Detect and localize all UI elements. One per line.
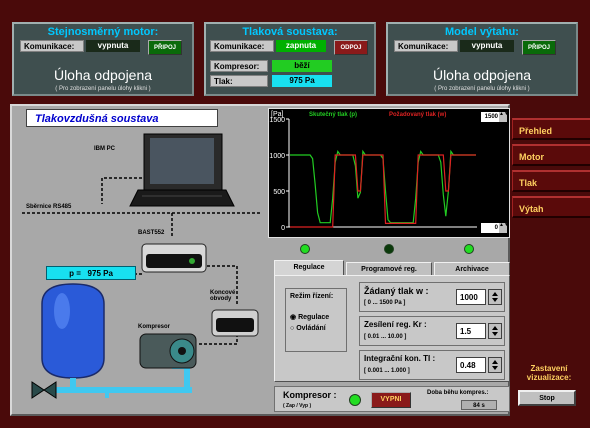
gain-input[interactable]: 1.5: [456, 323, 486, 339]
elevator-comm-label: Komunikace:: [394, 40, 458, 52]
chart-ymax-input[interactable]: 1500: [481, 112, 499, 122]
compressor-bar-label: Kompresor :: [283, 390, 337, 400]
elevator-connect-button[interactable]: PŘIPOJ: [522, 40, 556, 55]
status-led-archive: [464, 244, 474, 254]
chart-y-tick-label: 500: [273, 189, 285, 196]
pressure-comm-value: zapnuta: [276, 40, 326, 52]
setpoint-label: Žádaný tlak w :: [364, 286, 429, 296]
integral-range: [ 0.001 ... 1.000 ]: [364, 368, 410, 374]
chart-y-tick-label: 0: [281, 225, 285, 232]
motor-panel-title: Stejnosměrný motor:: [47, 26, 159, 38]
pressure-label: Tlak:: [210, 75, 268, 87]
mode-title: Režim řízení:: [290, 293, 334, 300]
chart-ymin-input[interactable]: 0: [481, 223, 499, 233]
radio-selected-icon: ◉: [290, 314, 297, 321]
ibm-pc-label: IBM PC: [94, 146, 115, 152]
bus-label: Sběrnice RS485: [26, 204, 72, 210]
chart-legend-entry: Skutečný tlak (p): [309, 112, 357, 118]
elevator-panel-title: Model výtahu:: [445, 26, 519, 38]
gain-spinner[interactable]: [488, 323, 502, 339]
laptop-image: [129, 133, 235, 207]
radio-empty-icon: ○: [290, 325, 295, 332]
motor-hint: ( Pro zobrazení panelu úlohy klikni ): [55, 86, 151, 92]
pressure-panel[interactable]: Tlaková soustava: Komunikace: zapnuta OD…: [204, 22, 376, 96]
status-led-program: [384, 244, 394, 254]
endstops-image: [211, 309, 259, 337]
bast552-label: BAST552: [138, 230, 165, 236]
compressor-control-bar: Kompresor : ( Zap / Vyp ) VYPNI Doba běh…: [274, 386, 510, 412]
mode-option-control-label: Ovládání: [296, 325, 326, 332]
status-led-regulation: [300, 244, 310, 254]
compressor-image: [139, 333, 197, 369]
motor-status: Úloha odpojena: [53, 67, 153, 83]
tab-regulation[interactable]: Regulace: [274, 260, 344, 276]
gain-group: Zesílení reg. Kr : [ 0.01 ... 10.00 ] 1.…: [359, 316, 505, 346]
pressure-value: 975 Pa: [272, 75, 332, 87]
elevator-comm-value: vypnuta: [460, 40, 514, 52]
gain-label: Zesílení reg. Kr :: [364, 320, 427, 329]
mode-option-regulation-label: Regulace: [298, 314, 330, 321]
gain-range: [ 0.01 ... 10.00 ]: [364, 334, 407, 340]
chart-y-label: [Pa]: [271, 111, 284, 118]
pressure-chart-svg: 0 500 1000 1500[Pa] Skutečný tlak (p) Požadov…: [269, 111, 477, 232]
motor-comm-value: vypnuta: [86, 40, 140, 52]
motor-comm-label: Komunikace:: [20, 40, 84, 52]
stop-button[interactable]: Stop: [518, 390, 576, 406]
setpoint-group: Žádaný tlak w : [ 0 ... 1500 Pa ] 1000: [359, 282, 505, 312]
nav-pressure[interactable]: Tlak: [512, 170, 590, 192]
mode-option-regulation[interactable]: ◉ Regulace: [290, 313, 329, 321]
chart-ymax-spin[interactable]: ▲▼: [499, 112, 509, 122]
integral-group: Integrační kon. TI : [ 0.001 ... 1.000 ]…: [359, 350, 505, 380]
nav-overview[interactable]: Přehled: [512, 118, 590, 140]
pressure-comm-label: Komunikace:: [210, 40, 274, 52]
valve-icon: [31, 381, 57, 399]
chart-series-line: [290, 154, 476, 228]
tab-archive[interactable]: Archivace: [434, 262, 510, 276]
setpoint-input[interactable]: 1000: [456, 289, 486, 305]
tank-pressure-display: p = 975 Pa: [46, 266, 136, 280]
mode-option-control[interactable]: ○ Ovládání: [290, 325, 326, 332]
pressure-disconnect-button[interactable]: ODPOJ: [334, 40, 368, 55]
endstops-label: Koncové obvody: [210, 290, 236, 302]
chart-ymin-spin[interactable]: ▲▼: [499, 223, 509, 233]
setpoint-range: [ 0 ... 1500 Pa ]: [364, 300, 406, 306]
runtime-value: 84 s: [461, 400, 497, 410]
main-panel: Tlakovzdušná soustava IBM PC Sběrnice RS…: [10, 104, 510, 416]
motor-connect-button[interactable]: PŘIPOJ: [148, 40, 182, 55]
chart-y-tick-label: 1000: [269, 153, 285, 160]
runtime-label: Doba běhu kompres.:: [427, 390, 489, 396]
tab-program[interactable]: Programové reg.: [346, 262, 432, 276]
elevator-panel[interactable]: Model výtahu: Komunikace: vypnuta PŘIPOJ…: [386, 22, 578, 96]
compressor-off-button[interactable]: VYPNI: [371, 392, 411, 408]
regulation-tab-panel: Režim řízení: ◉ Regulace ○ Ovládání Žáda…: [274, 275, 510, 382]
compressor-value: běží: [272, 60, 332, 72]
motor-panel[interactable]: Stejnosměrný motor: Komunikace: vypnuta …: [12, 22, 194, 96]
elevator-status: Úloha odpojena: [432, 67, 532, 83]
nav-motor[interactable]: Motor: [512, 144, 590, 166]
integral-input[interactable]: 0.48: [456, 357, 486, 373]
elevator-hint: ( Pro zobrazení panelu úlohy klikni ): [434, 86, 530, 92]
chart-legend-entry: Požadovaný tlak (w): [389, 112, 446, 118]
stop-label: Zastavení vizualizace:: [526, 364, 572, 382]
system-schematic: [22, 133, 262, 399]
compressor-label: Kompresor:: [210, 60, 268, 72]
integral-spinner[interactable]: [488, 357, 502, 373]
air-tank: [41, 283, 105, 379]
bast552-image: [141, 243, 207, 273]
compressor-led: [349, 394, 361, 406]
setpoint-spinner[interactable]: [488, 289, 502, 305]
compressor-bar-sublabel: ( Zap / Vyp ): [283, 403, 312, 409]
pressure-panel-title: Tlaková soustava:: [242, 26, 338, 38]
mode-group: Režim řízení: ◉ Regulace ○ Ovládání: [285, 288, 347, 352]
compressor-image-label: Kompresor: [138, 324, 171, 330]
pressure-chart: 0 500 1000 1500 [Pa] Skutečný tlak (p) Požadov…: [268, 108, 510, 238]
nav-elevator[interactable]: Výtah: [512, 196, 590, 218]
integral-label: Integrační kon. TI :: [364, 354, 436, 363]
chart-y-tick-label: 1500: [269, 117, 285, 124]
